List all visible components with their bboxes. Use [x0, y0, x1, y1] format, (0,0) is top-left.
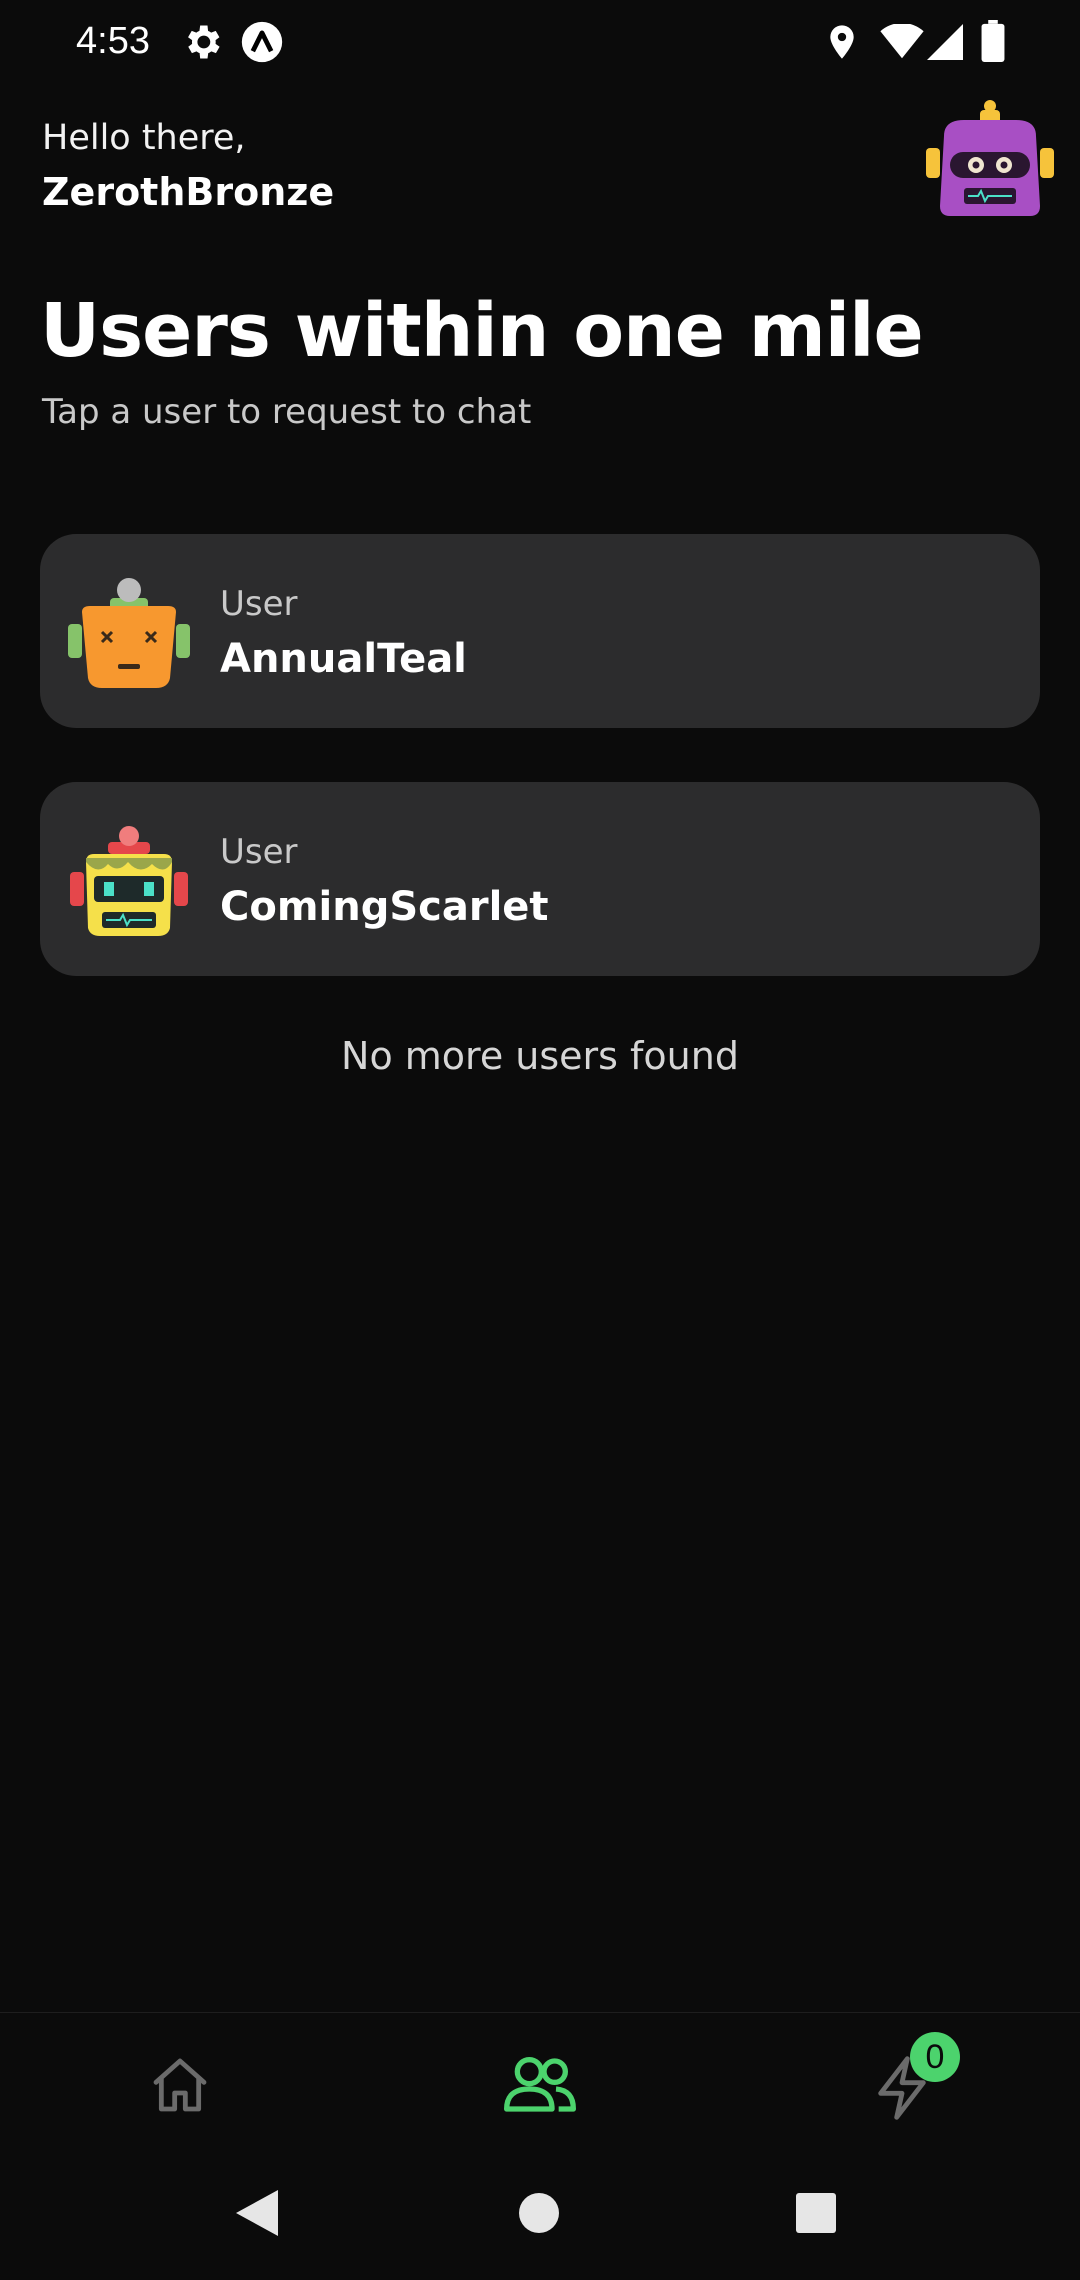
bottom-nav	[0, 2012, 1080, 2153]
gear-icon	[188, 25, 220, 59]
battery-icon	[981, 20, 1005, 62]
yellow-robot-avatar	[70, 826, 188, 936]
orange-robot-avatar	[68, 578, 190, 688]
status-time: 4:53	[76, 20, 150, 62]
page-subtitle: Tap a user to request to chat	[42, 392, 532, 432]
greeting-text: Hello there,	[42, 118, 246, 158]
user-card[interactable]: User ComingScarlet	[40, 782, 1040, 976]
recents-icon[interactable]	[796, 2193, 836, 2233]
user-card-name: ComingScarlet	[220, 884, 549, 930]
users-icon[interactable]	[502, 2053, 578, 2117]
status-bar: 4:53	[0, 0, 1080, 88]
signal-icon	[927, 24, 963, 60]
user-card[interactable]: User AnnualTeal	[40, 534, 1040, 728]
app-a-icon	[241, 21, 283, 63]
wifi-icon	[880, 24, 924, 59]
notification-badge: 0	[910, 2032, 960, 2082]
back-icon[interactable]	[234, 2188, 280, 2238]
empty-message: No more users found	[341, 1034, 739, 1078]
home-circle-icon[interactable]	[518, 2192, 560, 2234]
username-text: ZerothBronze	[42, 170, 335, 214]
user-card-name: AnnualTeal	[220, 636, 467, 682]
location-icon	[830, 25, 854, 59]
page-title: Users within one mile	[40, 288, 924, 374]
profile-avatar[interactable]	[924, 96, 1056, 222]
home-icon[interactable]	[148, 2053, 212, 2117]
user-card-label: User	[220, 584, 298, 624]
user-card-label: User	[220, 832, 298, 872]
